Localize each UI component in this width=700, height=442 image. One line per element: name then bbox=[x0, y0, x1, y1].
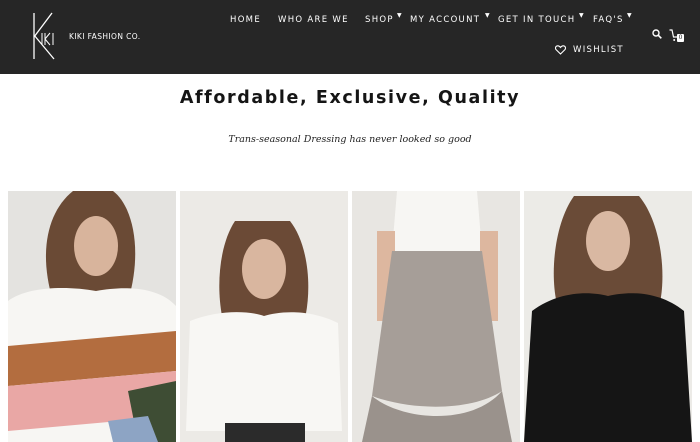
cart-count-badge: 0 bbox=[677, 34, 684, 42]
brand-name: KIKI FASHION CO. bbox=[69, 31, 141, 41]
hero-tagline: Trans-seasonal Dressing has never looked… bbox=[228, 134, 472, 145]
product-tile-white-cropped-knit[interactable] bbox=[180, 191, 348, 442]
wishlist-label: WISHLIST bbox=[573, 45, 624, 55]
chevron-down-icon: ▼ bbox=[579, 12, 584, 19]
product-image bbox=[8, 191, 176, 442]
main-nav: HOME WHO ARE WE SHOP ▼ MY ACCOUNT ▼ GET … bbox=[0, 12, 700, 27]
chevron-down-icon: ▼ bbox=[397, 12, 402, 19]
wishlist-link[interactable]: WISHLIST bbox=[555, 45, 624, 55]
site-header: KIKI FASHION CO. HOME WHO ARE WE SHOP ▼ … bbox=[0, 0, 700, 74]
nav-item-faqs[interactable]: FAQ'S bbox=[593, 15, 624, 25]
chevron-down-icon: ▼ bbox=[485, 12, 490, 19]
nav-item-home[interactable]: HOME bbox=[230, 15, 261, 25]
hero-headline: Affordable, Exclusive, Quality bbox=[179, 88, 521, 108]
product-tile-striped-jumper[interactable] bbox=[8, 191, 176, 442]
nav-item-my-account[interactable]: MY ACCOUNT bbox=[410, 15, 480, 25]
product-tile-black-jumper[interactable] bbox=[524, 191, 692, 442]
product-image bbox=[352, 191, 520, 442]
product-tile-printed-ruffle-skirt[interactable] bbox=[352, 191, 520, 442]
nav-item-who-are-we[interactable]: WHO ARE WE bbox=[278, 15, 349, 25]
nav-item-get-in-touch[interactable]: GET IN TOUCH bbox=[498, 15, 575, 25]
nav-item-shop[interactable]: SHOP bbox=[365, 15, 394, 25]
search-icon[interactable] bbox=[652, 29, 662, 39]
heart-icon bbox=[555, 45, 566, 55]
chevron-down-icon: ▼ bbox=[627, 12, 632, 19]
product-image bbox=[524, 191, 692, 442]
product-image bbox=[180, 191, 348, 442]
product-grid bbox=[8, 191, 700, 442]
